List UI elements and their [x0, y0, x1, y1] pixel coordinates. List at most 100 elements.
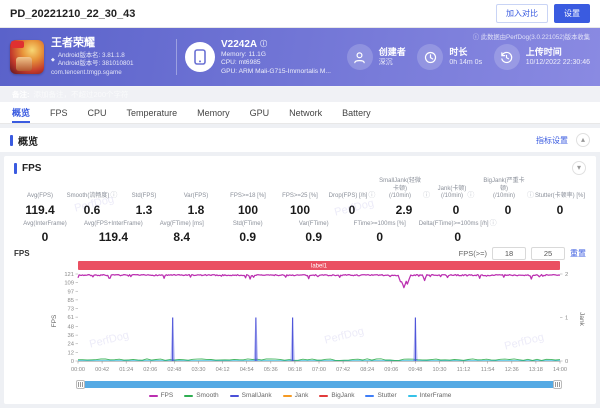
device-model: V2242A ⓘ [221, 38, 268, 50]
device-info-icon[interactable]: ⓘ [260, 40, 267, 49]
stat-cell: Var(FPS) 1.8 [170, 178, 222, 217]
tab-battery[interactable]: Battery [342, 102, 371, 123]
section-accent-bar [14, 162, 17, 174]
tab-memory[interactable]: Memory [197, 102, 230, 123]
legend-label: FPS [160, 392, 174, 400]
y-left-tick: 73 [68, 307, 74, 313]
stat-label: FPS>=18 [%] [230, 193, 266, 199]
stat-cell: BigJank(严重卡顿) (/10min) ⓘ 0 [482, 178, 534, 217]
stat-label: Delta(FTime)>=100ms [/h] ⓘ [418, 219, 497, 229]
stat-cell: Smooth(流畅度) ⓘ 0.6 [66, 178, 118, 217]
device-cpu: CPU: mt6985 [221, 59, 261, 67]
fps-threshold-low-input[interactable] [492, 247, 526, 261]
upload-time-label: 上传时间 [525, 46, 562, 57]
info-icon[interactable]: ⓘ [527, 192, 534, 201]
scrollbar-right-handle[interactable] [553, 380, 562, 390]
diamond-icon: ◆ [51, 56, 55, 63]
info-icon[interactable]: ⓘ [110, 192, 117, 201]
x-tick: 06:18 [288, 367, 302, 373]
fps-collapse-button[interactable]: ▾ [572, 161, 586, 175]
stat-label: Std(FPS) [131, 193, 157, 199]
info-icon[interactable]: ⓘ [490, 220, 497, 229]
legend-item-interframe[interactable]: InterFrame [407, 392, 451, 399]
app-name: 王者荣耀 [51, 37, 95, 50]
info-icon[interactable]: ⓘ [467, 192, 474, 201]
y-left-tick: 97 [68, 290, 74, 296]
legend-item-bigjank[interactable]: BigJank [319, 392, 354, 399]
top-bar: PD_20221210_22_30_43 加入对比 设置 [0, 0, 600, 28]
overview-collapse-button[interactable]: ▴ [576, 133, 590, 147]
tab-gpu[interactable]: GPU [250, 102, 270, 123]
x-tick: 01:24 [119, 367, 133, 373]
metric-settings-link[interactable]: 指标设置 [536, 135, 568, 146]
legend-item-smalljank[interactable]: SmallJank [229, 392, 272, 400]
app-package: com.tencent.tmgp.sgame [51, 69, 122, 77]
y-left-tick: 24 [68, 342, 75, 348]
stat-value: 119.4 [98, 230, 129, 245]
legend-label: SmallJank [241, 392, 272, 400]
creator-block: 创建者 深沉 [346, 44, 406, 70]
app-version-row: ◆ Android版本名: 3.81.1.8 Android版本号: 38101… [51, 52, 133, 68]
stat-cell: SmallJank(轻微卡顿) (/10min) ⓘ 2.9 [378, 178, 430, 217]
legend-label: Jank [294, 392, 309, 400]
tab-network[interactable]: Network [289, 102, 322, 123]
y-left-tick: 48 [68, 325, 74, 331]
join-compare-button[interactable]: 加入对比 [496, 4, 548, 23]
tab-fps[interactable]: FPS [50, 102, 68, 123]
stat-label: Avg(FTime) [ms] [159, 220, 204, 227]
x-tick: 11:12 [457, 367, 471, 373]
app-version-code: Android版本号: 381010801 [57, 59, 134, 67]
x-tick: 09:06 [384, 367, 398, 373]
stat-value: 8.4 [173, 230, 191, 245]
legend-item-stutter[interactable]: Stutter [365, 392, 397, 399]
tab-temperature[interactable]: Temperature [127, 102, 178, 123]
legend-item-smooth[interactable]: Smooth [184, 392, 219, 399]
stat-label: Jank(卡顿) (/10min) ⓘ [437, 185, 475, 201]
duration-label: 时长 [449, 46, 468, 57]
legend-item-jank[interactable]: Jank [282, 392, 309, 400]
duration-block: 时长 0h 14m 0s [417, 44, 482, 70]
stat-value: 0 [556, 202, 564, 217]
y-left-axis-label: FPS [51, 314, 58, 327]
stat-label: Std(FTime) [232, 220, 263, 227]
x-tick: 09:48 [408, 367, 422, 373]
scrollbar-left-handle[interactable] [76, 380, 85, 390]
stat-value: 1.8 [187, 202, 205, 217]
phone-icon [185, 42, 215, 72]
stat-cell: Std(FTime) 0.9 [217, 220, 279, 245]
stat-cell: Avg(FPS) 119.4 [14, 178, 66, 217]
legend-item-fps[interactable]: FPS [148, 392, 174, 400]
stat-value: 0 [376, 230, 384, 245]
stat-cell: Avg(FTime) [ms] 8.4 [151, 220, 213, 245]
stat-value: 1.3 [135, 202, 153, 217]
fps-card-title: FPS [22, 162, 42, 174]
x-tick: 08:24 [360, 367, 374, 373]
fps-threshold-high-input[interactable] [531, 247, 565, 261]
chart-range-scrollbar[interactable] [76, 380, 562, 390]
tab-overview[interactable]: 概览 [12, 102, 31, 123]
info-icon: ⓘ [472, 34, 480, 41]
info-icon[interactable]: ⓘ [423, 192, 430, 201]
stat-label: SmallJank(轻微卡顿) (/10min) ⓘ [379, 178, 430, 201]
x-tick: 00:00 [71, 367, 85, 373]
app-text: 王者荣耀 ◆ Android版本名: 3.81.1.8 Android版本号: … [51, 37, 133, 77]
y-right-tick: 2 [565, 272, 568, 278]
app-version-lines: Android版本名: 3.81.1.8 Android版本号: 3810108… [58, 52, 134, 68]
reset-link[interactable]: 重置 [570, 248, 586, 259]
stat-label: FTime>=100ms [%] [353, 220, 406, 227]
remark-strip[interactable]: 备注: 添加备注，不超过200个字符 [0, 86, 600, 102]
remark-placeholder: 添加备注，不超过200个字符 [33, 90, 129, 99]
fps-chart: label1 121 109 97 85 73 61 48 36 24 12 0 FPS 2 1 0 Jank 0… [14, 261, 586, 402]
stat-label: Avg(InterFrame) [23, 220, 67, 227]
person-icon [346, 44, 373, 70]
x-tick: 13:18 [529, 367, 543, 373]
collector-version-note: ⓘ 此数据由PerfDog(3.0.221052)版本收集 [472, 34, 590, 41]
stat-cell: Std(FPS) 1.3 [118, 178, 170, 217]
tab-cpu[interactable]: CPU [88, 102, 107, 123]
stat-value: 0.6 [83, 202, 101, 217]
info-icon[interactable]: ⓘ [368, 192, 375, 201]
legend-label: BigJank [331, 392, 355, 400]
series-smooth [78, 358, 561, 362]
stat-value: 2.9 [395, 202, 413, 217]
settings-button[interactable]: 设置 [554, 4, 590, 23]
